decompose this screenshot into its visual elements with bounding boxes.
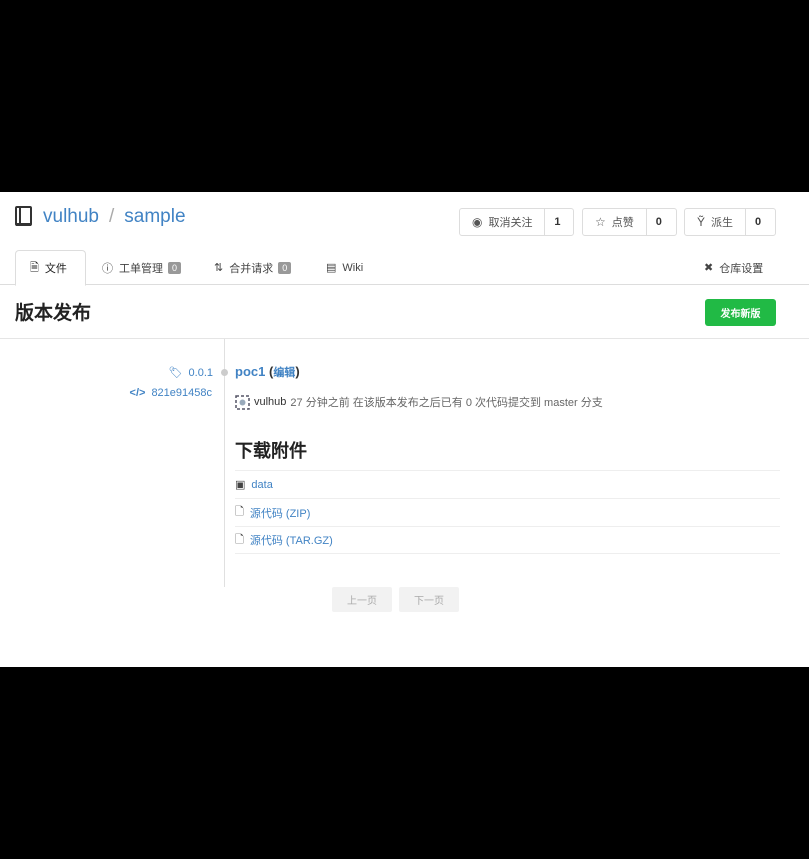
- fork-label: 派生: [711, 217, 734, 229]
- repo-header: vulhub / sample: [15, 206, 186, 228]
- tab-pull-requests[interactable]: ⇅ 合并请求 0: [200, 250, 305, 285]
- downloads-list: ▣ data 🗋 源代码 (ZIP) 🗋 源代码 (TAR.GZ): [235, 470, 780, 554]
- edit-close-paren: ): [295, 364, 300, 379]
- pull-request-icon: ⇅: [214, 262, 224, 274]
- file-icon: 🗎: [30, 261, 39, 274]
- star-label: 点赞: [611, 217, 634, 229]
- tab-wiki-label: Wiki: [342, 261, 364, 274]
- file-zip-icon: 🗋: [235, 506, 244, 518]
- download-label: data: [251, 478, 273, 491]
- watchers-count[interactable]: 1: [545, 209, 569, 235]
- unwatch-button[interactable]: ◉ 取消关注: [460, 209, 546, 235]
- fork-icon: Ỹ: [697, 215, 706, 229]
- downloads-heading: 下载附件: [235, 441, 307, 461]
- timeline-dot: [221, 369, 228, 376]
- pulls-count-badge: 0: [278, 261, 292, 274]
- repo-separator: /: [109, 206, 115, 227]
- tab-files-label: 文件: [44, 263, 67, 275]
- download-item-zip[interactable]: 🗋 源代码 (ZIP): [235, 498, 780, 526]
- download-label: 源代码 (ZIP): [249, 507, 311, 520]
- commit-sha: 821e91458c: [151, 387, 212, 399]
- release-tag[interactable]: 🏷 0.0.1: [168, 366, 213, 380]
- repo-owner-link[interactable]: vulhub: [43, 206, 99, 228]
- tab-settings-label: 仓库设置: [719, 262, 764, 275]
- stars-count[interactable]: 0: [647, 209, 671, 235]
- book-open-icon: ▤: [326, 262, 337, 274]
- prev-page-button[interactable]: 上一页: [332, 587, 392, 612]
- author-link[interactable]: vulhub: [254, 396, 286, 408]
- edit-release-link[interactable]: 编辑: [273, 367, 295, 379]
- timeline-line: [224, 339, 225, 587]
- package-icon: ▣: [235, 479, 246, 491]
- repo-tabs: 🗎 文件 ⓘ 工单管理 0 ⇅ 合并请求 0 ▤ Wiki ✖ 仓库设置: [0, 250, 809, 286]
- release-meta-text: 27 分钟之前 在该版本发布之后已有 0 次代码提交到 master 分支: [290, 397, 603, 409]
- tab-files[interactable]: 🗎 文件: [15, 250, 86, 286]
- fork-button-group: Ỹ 派生 0: [684, 208, 776, 236]
- release-meta: vulhub 27 分钟之前 在该版本发布之后已有 0 次代码提交到 maste…: [235, 394, 603, 410]
- star-icon: ☆: [595, 215, 606, 229]
- watch-button-group: ◉ 取消关注 1: [459, 208, 574, 236]
- divider: [0, 338, 809, 339]
- download-label: 源代码 (TAR.GZ): [249, 535, 333, 547]
- eye-icon: ◉: [472, 215, 483, 229]
- new-release-button[interactable]: 发布新版: [705, 299, 776, 326]
- avatar: [235, 394, 250, 410]
- unwatch-label: 取消关注: [488, 217, 533, 229]
- release-commit[interactable]: </> 821e91458c: [130, 387, 212, 399]
- fork-button[interactable]: Ỹ 派生: [685, 209, 747, 235]
- book-icon: [15, 206, 32, 226]
- forks-count[interactable]: 0: [746, 209, 770, 235]
- download-item-data[interactable]: ▣ data: [235, 470, 780, 498]
- tag-label: 0.0.1: [188, 366, 213, 379]
- star-button-group: ☆ 点赞 0: [582, 208, 677, 236]
- tab-issues[interactable]: ⓘ 工单管理 0: [88, 250, 195, 285]
- release-title: poc1 (编辑): [235, 364, 300, 380]
- download-item-targz[interactable]: 🗋 源代码 (TAR.GZ): [235, 526, 780, 554]
- next-page-button[interactable]: 下一页: [399, 587, 459, 612]
- page-title: 版本发布: [15, 303, 92, 324]
- star-button[interactable]: ☆ 点赞: [583, 209, 647, 235]
- tab-issues-label: 工单管理: [119, 262, 163, 275]
- tab-wiki[interactable]: ▤ Wiki: [312, 250, 377, 285]
- file-zip-icon: 🗋: [235, 533, 244, 546]
- repo-name-link[interactable]: sample: [124, 206, 185, 228]
- tag-icon: 🏷: [168, 367, 183, 379]
- tools-icon: ✖: [704, 262, 714, 274]
- release-title-link[interactable]: poc1: [235, 364, 265, 379]
- issue-icon: ⓘ: [102, 262, 113, 275]
- tab-settings[interactable]: ✖ 仓库设置: [690, 250, 777, 285]
- code-icon: </>: [129, 387, 146, 399]
- repo-releases-page: vulhub / sample ◉ 取消关注 1 ☆ 点赞 0 Ỹ 派生 0 🗎…: [0, 192, 809, 667]
- tab-pulls-label: 合并请求: [229, 262, 274, 275]
- issues-count-badge: 0: [168, 261, 182, 274]
